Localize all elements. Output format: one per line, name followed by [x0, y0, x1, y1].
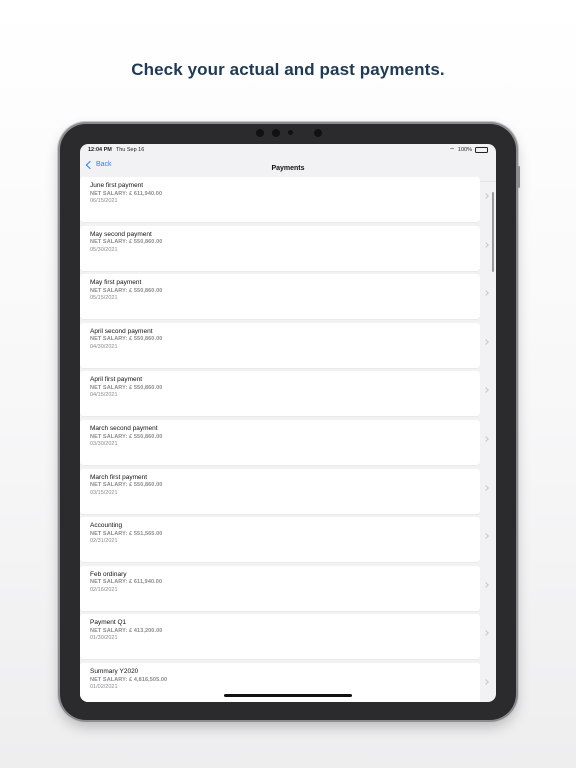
battery-icon: [475, 147, 488, 153]
chevron-right-icon: [483, 581, 489, 588]
payment-net-salary: NET SALARY: £ 611,940.00: [90, 579, 163, 586]
payment-title: April second payment: [90, 327, 153, 335]
back-button[interactable]: Back: [85, 160, 112, 169]
status-time: 12:04 PM: [88, 147, 112, 153]
sensor: [314, 129, 322, 137]
payment-title: Feb ordinary: [90, 570, 127, 578]
payment-date: 05/15/2021: [90, 295, 118, 302]
page-headline: Check your actual and past payments.: [131, 60, 445, 79]
payment-date: 01/02/2021: [90, 684, 118, 690]
battery-percent: 100%: [457, 147, 472, 153]
wifi-icon: ⌔: [449, 148, 455, 154]
chevron-right-icon: [483, 241, 489, 248]
payment-net-salary: NET SALARY: £ 4,816,505.00: [90, 676, 168, 683]
payment-row[interactable]: March second payment NET SALARY: £ 550,86…: [80, 420, 489, 465]
payment-net-salary: NET SALARY: £ 611,940.00: [90, 190, 163, 197]
payment-date: 04/15/2021: [90, 392, 118, 399]
back-label: Back: [96, 161, 112, 168]
payment-row[interactable]: April second payment NET SALARY: £ 550,86…: [80, 322, 489, 368]
payment-net-salary: NET SALARY: £ 550,860.00: [90, 287, 163, 294]
payment-net-salary: NET SALARY: £ 551,565.00: [90, 530, 163, 537]
payment-date: 06/15/2021: [90, 198, 118, 204]
sensor: [272, 129, 280, 137]
scrollbar[interactable]: [492, 192, 494, 272]
payment-date: 02/31/2021: [90, 538, 118, 545]
status-right: ⌔ 100%: [449, 146, 488, 154]
payment-row[interactable]: April first payment NET SALARY: £ 550,860…: [80, 371, 489, 417]
camera: [288, 130, 293, 135]
payment-row[interactable]: Payment Q1 NET SALARY: £ 413,200.00 01/30/…: [80, 614, 489, 660]
chevron-right-icon: [483, 436, 489, 442]
payment-date: 04/30/2021: [90, 343, 118, 350]
payment-date: 02/16/2021: [90, 586, 118, 593]
payment-title: Accounting: [90, 522, 123, 530]
payment-row[interactable]: Accounting NET SALARY: £ 551,565.00 02/31/…: [80, 517, 489, 563]
payment-title: March first payment: [90, 473, 148, 481]
payment-net-salary: NET SALARY: £ 550,860.00: [90, 239, 163, 246]
tablet-frame: 12:04 PM Thu Sep 16 ⌔ 100% Back Payments…: [60, 124, 520, 720]
payment-row[interactable]: May first payment NET SALARY: £ 550,860.0…: [80, 274, 489, 320]
chevron-right-icon: [483, 533, 489, 540]
status-bar: 12:04 PM Thu Sep 16 ⌔ 100%: [80, 144, 496, 156]
payment-net-salary: NET SALARY: £ 413,200.00: [90, 627, 163, 634]
side-button: [518, 166, 520, 188]
nav-title: Payments: [271, 165, 305, 172]
payment-date: 05/30/2021: [90, 246, 118, 253]
payment-title: April first payment: [90, 376, 143, 384]
payment-row[interactable]: May second payment NET SALARY: £ 550,860.…: [80, 225, 489, 271]
payment-date: 01/30/2021: [90, 635, 118, 642]
chevron-right-icon: [483, 630, 489, 637]
chevron-right-icon: [483, 484, 489, 491]
payment-net-salary: NET SALARY: £ 550,860.00: [90, 482, 163, 489]
payment-net-salary: NET SALARY: £ 550,860.00: [90, 336, 163, 343]
chevron-right-icon: [483, 338, 489, 345]
payment-date: 03/15/2021: [90, 489, 118, 496]
payment-net-salary: NET SALARY: £ 550,860.00: [90, 433, 163, 440]
payment-title: May first payment: [90, 279, 142, 287]
payment-row[interactable]: June first payment NET SALARY: £ 611,940.…: [80, 177, 489, 222]
status-date: Thu Sep 16: [115, 147, 145, 153]
sensor: [256, 129, 264, 137]
home-indicator[interactable]: [224, 694, 352, 697]
payments-list[interactable]: June first payment NET SALARY: £ 611,940.…: [80, 177, 496, 702]
payment-net-salary: NET SALARY: £ 550,860.00: [90, 384, 163, 391]
payment-row[interactable]: Feb ordinary NET SALARY: £ 611,940.00 02/1…: [80, 565, 489, 611]
chevron-right-icon: [483, 387, 489, 394]
chevron-left-icon: [85, 160, 95, 169]
payment-title: Payment Q1: [90, 619, 127, 627]
app-screen: 12:04 PM Thu Sep 16 ⌔ 100% Back Payments…: [80, 144, 496, 702]
payment-title: June first payment: [90, 182, 144, 189]
payment-title: May second payment: [90, 230, 152, 238]
payment-row[interactable]: March first payment NET SALARY: £ 550,860…: [80, 468, 489, 514]
payment-title: Summary Y2020: [90, 668, 139, 675]
chevron-right-icon: [483, 679, 489, 685]
chevron-right-icon: [483, 290, 489, 297]
payment-date: 03/30/2021: [90, 441, 118, 447]
chevron-right-icon: [483, 193, 489, 199]
payment-title: March second payment: [90, 425, 158, 432]
